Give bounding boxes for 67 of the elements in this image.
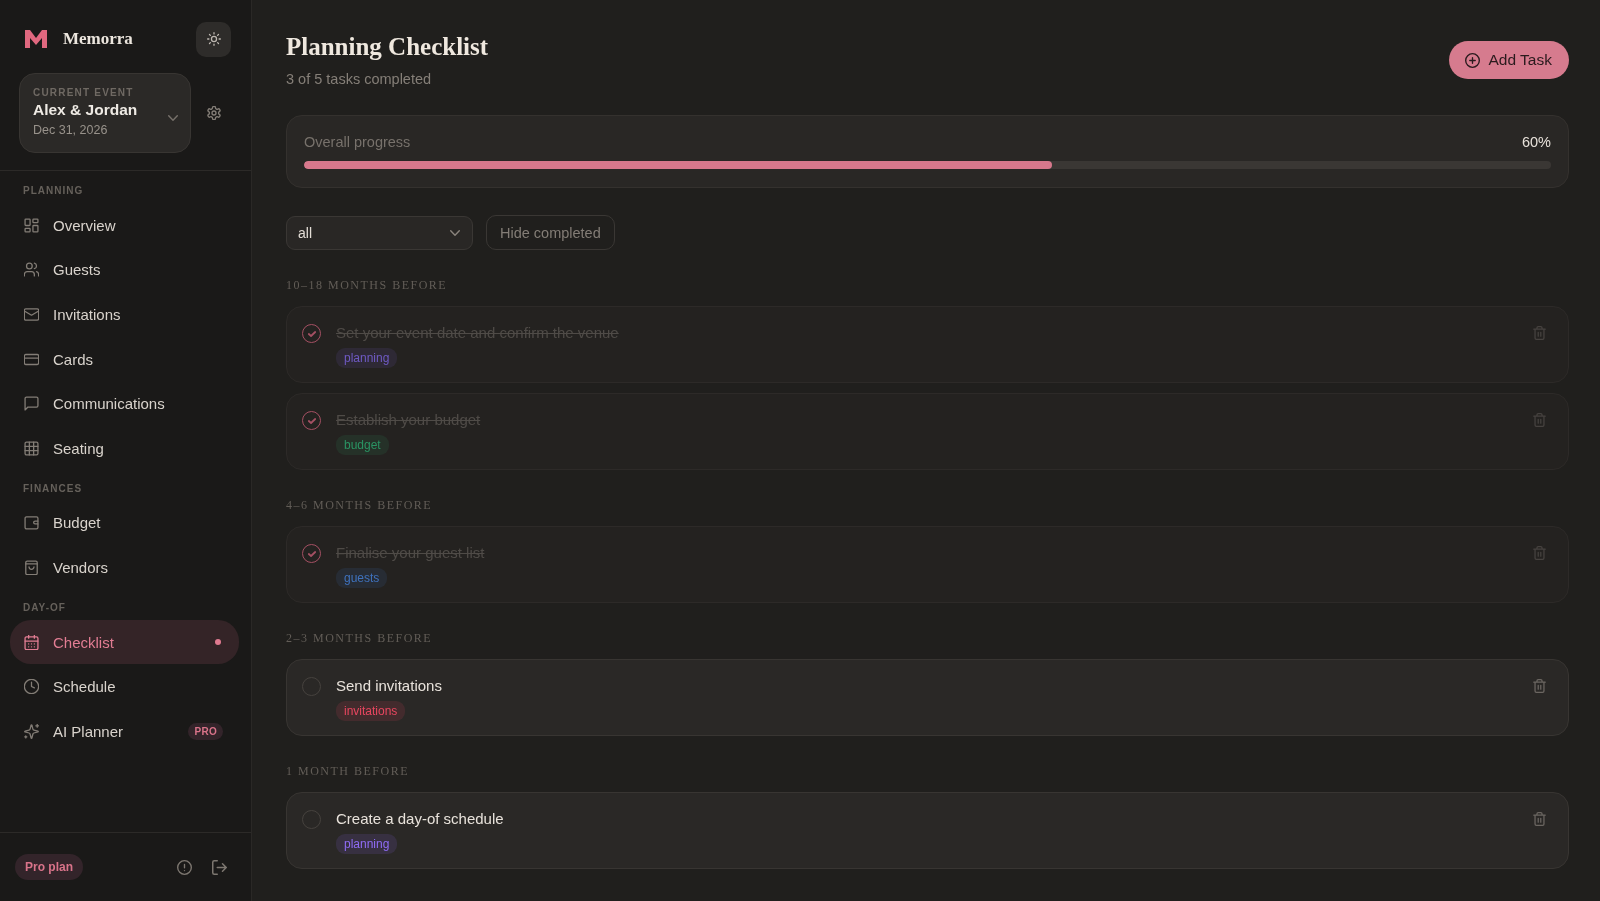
category-tag: guests <box>336 568 388 588</box>
nav-section-label: DAY-OF <box>23 601 67 614</box>
hide-completed-button[interactable]: Hide completed <box>486 215 615 250</box>
category-tag: planning <box>336 348 398 368</box>
trash-icon[interactable] <box>1533 546 1546 560</box>
credit-card-icon <box>24 351 39 367</box>
check-icon <box>307 330 316 337</box>
nav-item[interactable]: Overview <box>10 203 239 248</box>
nav-item[interactable]: Cards <box>10 336 239 382</box>
plan-badge: Pro plan <box>15 854 83 880</box>
group-heading: 2–3 MONTHS BEFORE <box>286 631 434 645</box>
nav-section-label: PLANNING <box>23 185 85 197</box>
pro-badge: PRO <box>188 722 223 740</box>
calendar-icon <box>24 634 39 650</box>
active-dot-icon <box>215 639 221 646</box>
event-name: Alex & Jordan <box>33 100 138 120</box>
progress-percent: 60% <box>1521 134 1551 150</box>
task-title: Send invitations <box>336 676 442 696</box>
alert-circle-icon[interactable] <box>177 859 192 875</box>
table-grid-icon <box>24 440 39 456</box>
trash-icon[interactable] <box>1533 413 1546 427</box>
trash-icon[interactable] <box>1533 812 1546 826</box>
chevron-down-icon <box>168 115 178 121</box>
nav-section-label: FINANCES <box>23 482 84 495</box>
envelope-icon <box>24 307 39 322</box>
nav-item[interactable]: Schedule <box>10 664 239 709</box>
brand-name: Memorra <box>63 29 133 49</box>
category-tag: budget <box>336 435 389 455</box>
category-tag: planning <box>336 834 398 854</box>
speech-bubble-icon <box>24 396 39 412</box>
theme-toggle-button[interactable] <box>196 21 231 57</box>
add-task-button[interactable]: Add Task <box>1448 41 1569 79</box>
shopping-bag-icon <box>24 559 39 575</box>
nav-item[interactable]: Seating <box>10 425 239 471</box>
settings-icon[interactable] <box>207 106 221 120</box>
event-date: Dec 31, 2026 <box>33 122 109 139</box>
progress-label: Overall progress <box>304 134 411 150</box>
nav-item[interactable]: Communications <box>10 381 239 426</box>
nav-item[interactable]: Budget <box>10 500 239 546</box>
wallet-icon <box>24 515 39 531</box>
trash-icon[interactable] <box>1533 326 1546 340</box>
chevron-down-icon <box>450 229 460 236</box>
event-selector[interactable]: CURRENT EVENT Alex & Jordan Dec 31, 2026 <box>19 73 191 153</box>
check-icon <box>307 550 316 557</box>
sign-out-icon[interactable] <box>212 859 227 875</box>
check-icon <box>307 417 316 424</box>
plus-circle-icon <box>1464 52 1480 68</box>
sparkle-icon <box>24 723 39 739</box>
group-heading: 4–6 MONTHS BEFORE <box>286 498 434 512</box>
category-tag: invitations <box>336 701 406 721</box>
nav-item[interactable]: Checklist <box>10 619 239 665</box>
brand-logo-icon <box>25 30 47 48</box>
category-select[interactable]: all <box>286 215 473 250</box>
clock-icon <box>24 679 39 695</box>
page-title: Planning Checklist <box>286 32 489 62</box>
nav-item[interactable]: Vendors <box>10 545 239 590</box>
trash-icon[interactable] <box>1533 679 1546 693</box>
nav-item[interactable]: AI Planner PRO <box>10 708 239 754</box>
people-icon <box>24 262 39 278</box>
page-subtitle: 3 of 5 tasks completed <box>286 70 433 89</box>
nav-item[interactable]: Guests <box>10 247 239 293</box>
task-title: Create a day-of schedule <box>336 809 504 829</box>
event-label: CURRENT EVENT <box>33 86 135 99</box>
dashboard-grid-icon <box>24 217 39 233</box>
group-heading: 10–18 MONTHS BEFORE <box>286 278 449 292</box>
nav-item[interactable]: Invitations <box>10 292 239 337</box>
sun-icon <box>206 32 221 46</box>
